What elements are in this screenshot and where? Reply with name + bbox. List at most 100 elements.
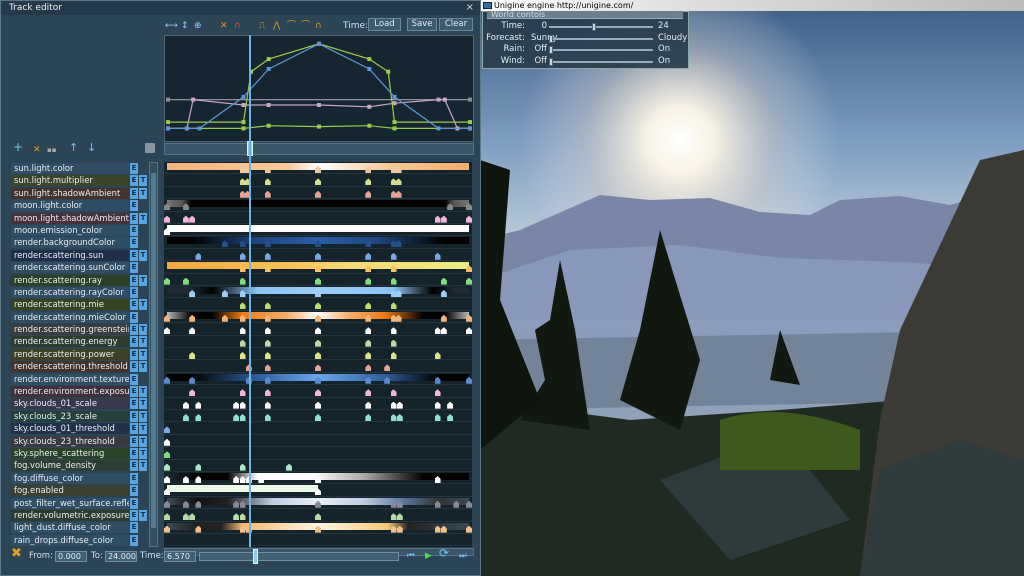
delete-key-icon[interactable]: ✕ — [220, 19, 228, 33]
curve-point[interactable] — [241, 120, 246, 125]
keyframe-marker[interactable] — [315, 339, 321, 347]
toggle-track-button[interactable]: T — [139, 249, 147, 261]
keyframe-marker[interactable] — [315, 352, 321, 359]
fit-vertical-icon[interactable]: ↕ — [181, 19, 189, 33]
keyframe-marker[interactable] — [390, 352, 397, 359]
edit-track-button[interactable]: E — [130, 485, 138, 497]
keyframe-marker[interactable] — [264, 401, 271, 409]
keyframe-marker[interactable] — [396, 414, 403, 421]
edit-track-button[interactable]: E — [130, 435, 138, 447]
slider-thumb[interactable] — [549, 57, 553, 66]
curve-point[interactable] — [197, 126, 202, 131]
control-slider[interactable] — [549, 23, 653, 31]
edit-track-button[interactable]: E — [130, 336, 138, 348]
curve-point[interactable] — [367, 67, 372, 71]
control-slider[interactable] — [549, 57, 653, 66]
track-list-item[interactable]: sky.clouds_23_scale E T — [10, 410, 148, 422]
edit-track-button[interactable]: E — [130, 472, 138, 484]
keyframe-marker[interactable] — [264, 352, 271, 359]
timeline-track-row[interactable] — [164, 273, 472, 286]
edit-track-button[interactable]: E — [130, 361, 138, 373]
curve-point[interactable] — [367, 123, 372, 128]
keyframe-marker[interactable] — [239, 414, 246, 421]
keyframe-marker[interactable] — [315, 389, 321, 397]
toggle-track-button[interactable]: T — [139, 423, 147, 435]
keyframe-marker[interactable] — [315, 327, 321, 335]
keyframe-marker[interactable] — [264, 327, 271, 335]
keyframe-marker[interactable] — [264, 190, 271, 198]
curve-point[interactable] — [241, 126, 246, 131]
timeline-track-row[interactable] — [164, 199, 472, 212]
keyframe-marker[interactable] — [434, 389, 441, 397]
track-list-item[interactable]: sky.clouds_23_threshold E T — [10, 435, 148, 447]
add-track-icon[interactable]: + — [13, 140, 23, 154]
curve-point[interactable] — [241, 94, 246, 99]
keyframe-marker[interactable] — [390, 302, 397, 310]
edit-track-button[interactable]: E — [130, 373, 138, 385]
track-list-item[interactable]: render.scattering.energy E T — [10, 335, 148, 348]
edit-track-button[interactable]: E — [130, 460, 138, 472]
remove-track-icon[interactable]: ✕ — [33, 143, 41, 157]
curve-point[interactable] — [386, 69, 391, 74]
keyframe-marker[interactable] — [440, 327, 447, 335]
curve-point[interactable] — [166, 126, 170, 131]
keyframe-marker[interactable] — [264, 178, 271, 186]
curve-graph[interactable] — [164, 35, 474, 142]
track-list-item[interactable]: light_dust.diffuse_color E — [10, 521, 148, 534]
track-list-item[interactable]: sky.clouds_01_scale E T — [10, 397, 148, 410]
keyframe-marker[interactable] — [164, 513, 170, 521]
keyframe-marker[interactable] — [239, 401, 246, 409]
keyframe-marker[interactable] — [365, 178, 372, 186]
edit-track-button[interactable]: E — [130, 534, 138, 546]
timeline-track-row[interactable] — [164, 509, 472, 522]
curve-line[interactable] — [168, 43, 470, 130]
time-slider-thumb[interactable] — [253, 549, 259, 564]
keyframe-marker[interactable] — [315, 401, 321, 409]
edit-track-button[interactable]: E — [130, 299, 138, 311]
keyframe-marker[interactable] — [233, 513, 240, 521]
keyframe-marker[interactable] — [195, 252, 202, 260]
keyframe-marker[interactable] — [164, 327, 170, 335]
edit-track-button[interactable]: E — [130, 410, 138, 422]
keyframe-marker[interactable] — [365, 414, 372, 421]
timeline-track-row[interactable] — [164, 385, 472, 398]
keyframe-marker[interactable] — [164, 215, 170, 223]
edit-track-button[interactable]: E — [130, 286, 138, 298]
timeline-track-row[interactable] — [164, 236, 472, 249]
keyframe-marker[interactable] — [390, 401, 397, 409]
keyframe-marker[interactable] — [434, 327, 441, 335]
edit-track-button[interactable]: E — [130, 237, 138, 249]
curve-horizontal-scrollbar[interactable] — [164, 141, 474, 156]
keyframe-marker[interactable] — [434, 252, 441, 260]
curve-point[interactable] — [468, 126, 472, 131]
keyframe-marker[interactable] — [264, 339, 271, 347]
keyframe-marker[interactable] — [434, 414, 441, 421]
step-interp-icon[interactable]: ⎍ — [259, 19, 265, 33]
keyframe-marker[interactable] — [315, 252, 321, 260]
edit-track-button[interactable]: E — [130, 212, 138, 224]
slider-thumb[interactable] — [592, 23, 596, 31]
keyframe-marker[interactable] — [396, 513, 403, 521]
track-list-item[interactable]: render.volumetric.exposure E T — [10, 509, 148, 521]
keyframe-marker[interactable] — [365, 327, 372, 335]
timeline-track-row[interactable] — [164, 298, 472, 311]
keyframe-marker[interactable] — [390, 327, 397, 335]
timeline-track-row[interactable] — [164, 447, 472, 460]
curve-point[interactable] — [266, 57, 271, 62]
keyframe-marker[interactable] — [440, 277, 447, 285]
timeline-track-row[interactable] — [164, 496, 472, 510]
track-list-item[interactable]: render.backgroundColor E — [10, 236, 148, 249]
keyframe-marker[interactable] — [189, 389, 196, 397]
timeline-track-row[interactable] — [164, 186, 472, 200]
keyframe-marker[interactable] — [390, 414, 397, 421]
time-input[interactable]: 6.570 — [164, 551, 196, 562]
keyframe-marker[interactable] — [365, 252, 372, 260]
timeline-track-row[interactable] — [164, 323, 472, 336]
keyframe-marker[interactable] — [164, 426, 170, 434]
curve-point[interactable] — [392, 94, 397, 99]
timeline-track-row[interactable] — [164, 211, 472, 224]
timeline-track-row[interactable] — [164, 248, 472, 262]
timeline-track-row[interactable] — [164, 162, 472, 175]
keyframe-marker[interactable] — [189, 327, 196, 335]
timeline-track-row[interactable] — [164, 372, 472, 386]
